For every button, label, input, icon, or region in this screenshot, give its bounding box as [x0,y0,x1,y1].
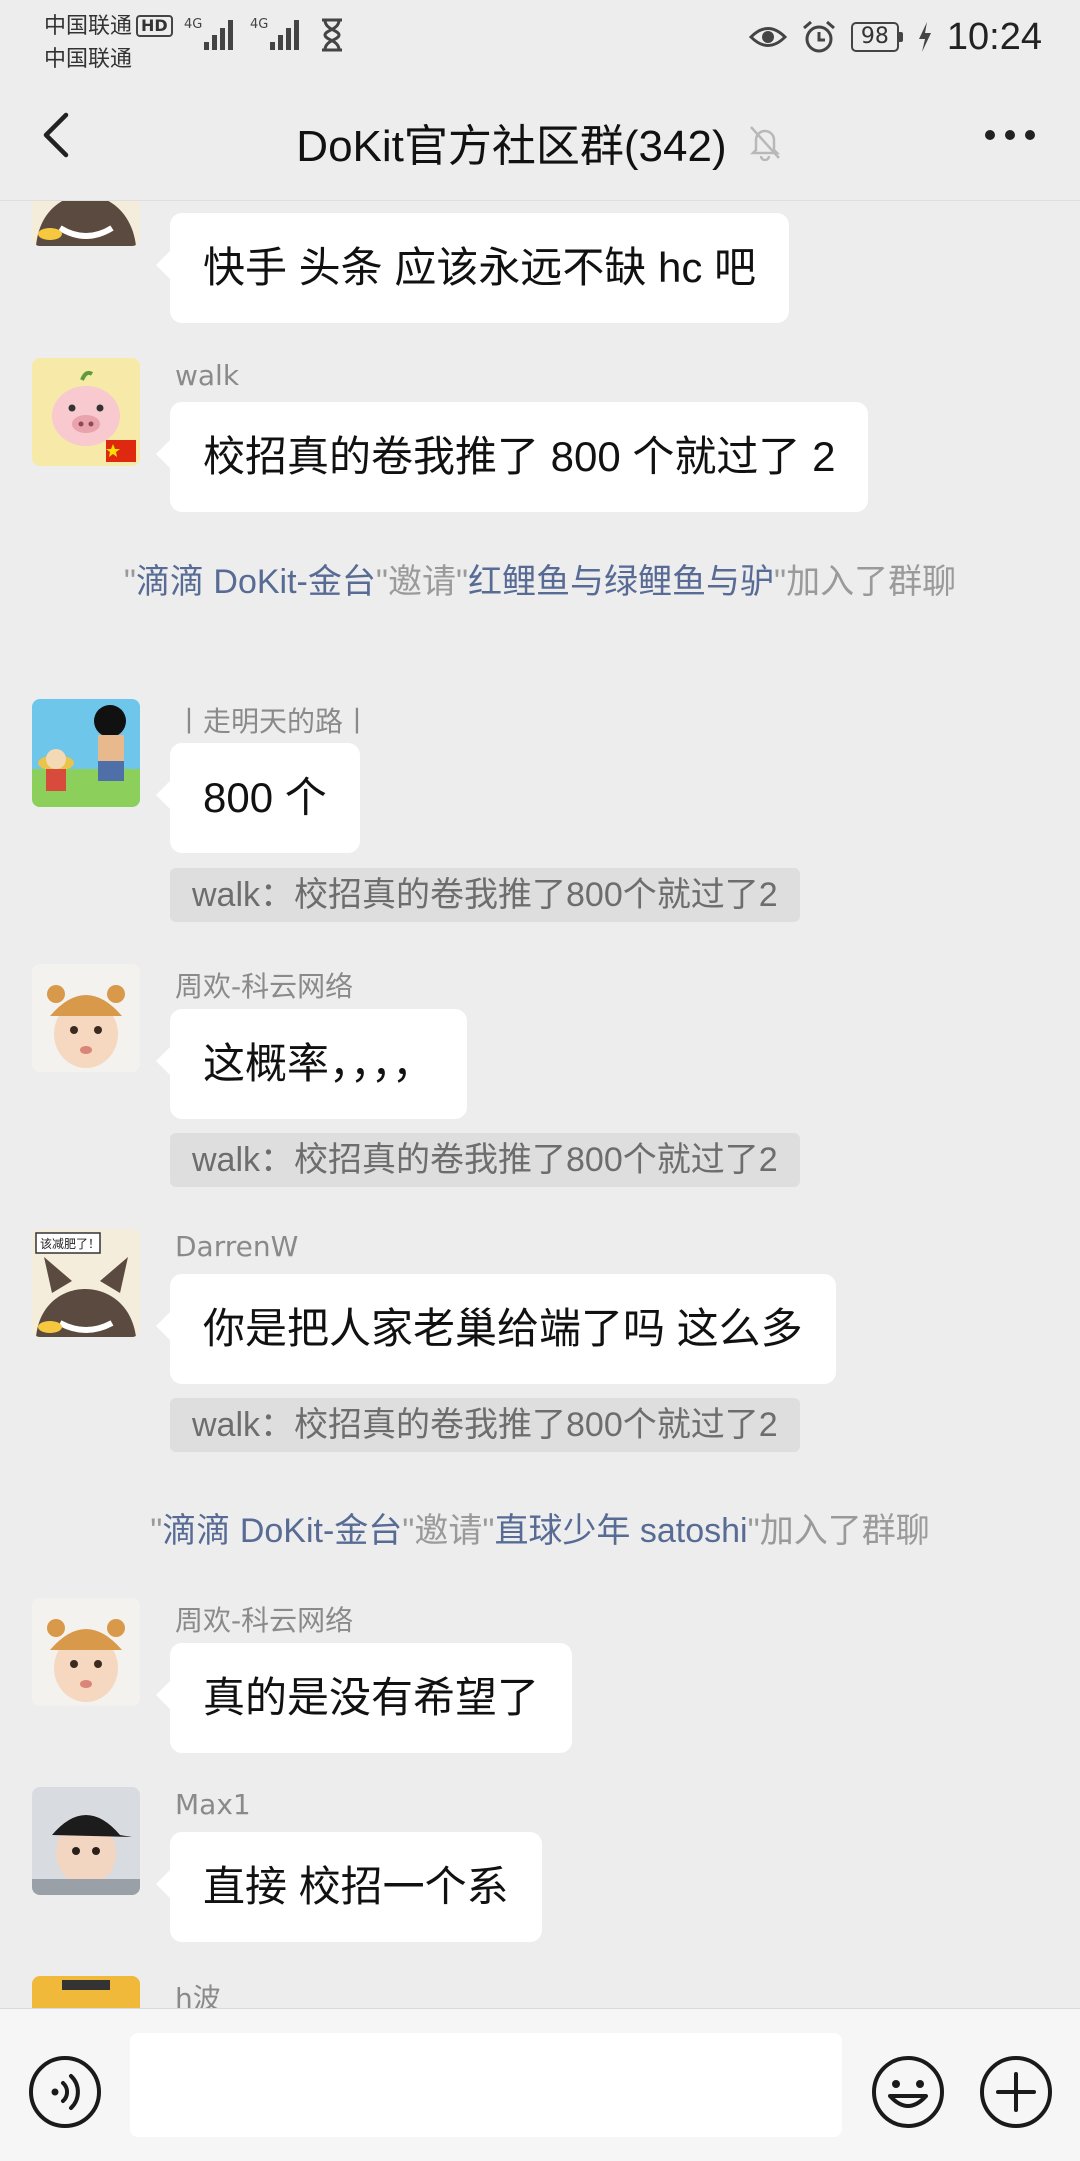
message-list[interactable]: 快手 头条 应该永远不缺 hc 吧 walk 校招真的卷我推了 800 个就过了… [0,201,1080,2008]
plus-icon [980,2056,1052,2128]
status-right: 98 10:24 [748,12,1042,62]
baby-cap-avatar-icon [32,1787,140,1895]
message-input[interactable] [130,2033,842,2137]
message-bubble[interactable]: 直接 校招一个系 [156,1832,542,1942]
invitee-link[interactable]: 红鲤鱼与绿鲤鱼与驴 [468,563,774,601]
more-actions-button[interactable] [978,2054,1054,2130]
message-bubble[interactable]: 你是把人家老巢给端了吗 这么多 [156,1274,836,1384]
status-bar: 中国联通 HD 中国联通 4G 4G 98 10:24 [0,0,1080,72]
carrier-1-name: 中国联通 [44,14,133,39]
hourglass-icon [322,18,342,52]
signal-2-icon: 4G [250,17,299,50]
eye-icon [748,27,787,47]
clock: 10:24 [946,15,1042,58]
emoji-button[interactable] [870,2054,946,2130]
input-bar [0,2008,1080,2161]
inviter-link[interactable]: 滴滴 DoKit-金台 [162,1512,402,1550]
more-dots-icon [985,130,1035,140]
net-type-1: 4G [184,17,202,32]
cat-avatar-icon: 该减肥了！ [32,1229,140,1337]
page-title: DoKit官方社区群(342) [296,122,727,171]
pig-avatar-icon [32,358,140,466]
net-type-2: 4G [250,17,268,32]
signal-1-icon: 4G [184,17,233,50]
message-bubble[interactable]: 校招真的卷我推了 800 个就过了 2 [155,402,869,512]
carrier-1: 中国联通 HD [44,8,173,40]
avatar-cat[interactable] [32,201,140,246]
sender-name: DarrenW [175,1230,299,1263]
cat-avatar-icon [32,201,140,246]
sender-name: 周欢-科云网络 [175,1604,354,1637]
quoted-reply[interactable]: walk：校招真的卷我推了800个就过了2 [170,1133,800,1187]
avatar-zhouhuan[interactable] [32,1598,140,1706]
voice-button[interactable] [27,2054,103,2130]
chat-header: DoKit官方社区群(342) [0,70,1080,201]
sender-name: 周欢-科云网络 [175,970,354,1003]
baby-avatar-icon [32,1598,140,1706]
sender-name: h波 [175,1982,221,2008]
title-wrap: DoKit官方社区群(342) [0,110,1080,174]
sender-name: Max1 [175,1788,251,1821]
quoted-reply[interactable]: walk：校招真的卷我推了800个就过了2 [170,868,800,922]
smiley-icon [872,2056,944,2128]
avatar-hbo[interactable] [32,1976,140,2008]
invitee-link[interactable]: 直球少年 satoshi [494,1512,747,1550]
message-bubble[interactable]: 800 个 [156,743,360,853]
sender-name: walk [175,359,240,392]
hd-badge: HD [136,15,173,37]
more-button[interactable] [980,120,1040,150]
anime-avatar-icon [32,699,140,807]
voice-icon [29,2056,101,2128]
sender-name: 丨走明天的路丨 [175,705,372,738]
alarm-icon [802,20,835,53]
avatar-walk[interactable] [32,358,140,466]
battery-indicator: 98 [850,22,903,52]
system-message: "滴滴 DoKit-金台"邀请"直球少年 satoshi"加入了群聊 [150,1512,930,1550]
avatar-zoumingtian[interactable] [32,699,140,807]
baby-avatar-icon [32,964,140,1072]
message-bubble[interactable]: 真的是没有希望了 [155,1643,573,1753]
inviter-link[interactable]: 滴滴 DoKit-金台 [136,563,376,601]
avatar-max1[interactable] [32,1787,140,1895]
system-message: "滴滴 DoKit-金台"邀请"红鲤鱼与绿鲤鱼与驴"加入了群聊 [123,563,957,601]
avatar-darrenw[interactable]: 该减肥了！ [32,1229,140,1337]
avatar-zhouhuan[interactable] [32,964,140,1072]
battery-level: 98 [850,22,899,52]
message-bubble[interactable]: 快手 头条 应该永远不缺 hc 吧 [155,213,790,323]
quoted-reply[interactable]: walk：校招真的卷我推了800个就过了2 [170,1398,800,1452]
carrier-2: 中国联通 [44,47,133,72]
avatar-badge-text: 该减肥了！ [40,1237,100,1251]
message-bubble[interactable]: 这概率，，，， [155,1009,468,1119]
charging-icon [918,22,931,52]
mute-bell-icon [749,126,780,161]
avatar-icon [32,1976,140,2008]
